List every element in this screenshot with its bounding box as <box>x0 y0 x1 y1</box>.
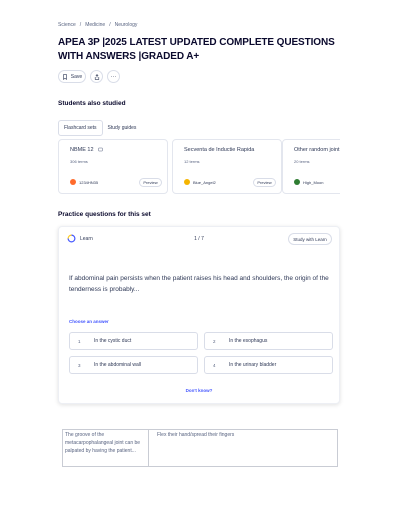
answer-option[interactable]: 3 In the abdominal wall <box>69 356 198 374</box>
related-set-card[interactable]: NBME 12 306 terms 1234HN35 Preview <box>58 139 168 194</box>
answer-number: 1 <box>78 338 81 344</box>
dont-know-button[interactable]: Don't know? <box>59 388 339 393</box>
more-options-button[interactable]: ··· <box>107 70 120 83</box>
bookmark-icon <box>62 73 67 80</box>
tab-flashcard-sets[interactable]: Flashcard sets <box>58 120 103 136</box>
term-definition-row: The groove of the metacarpophalangeal jo… <box>62 429 338 467</box>
avatar <box>184 179 190 185</box>
breadcrumb-separator: / <box>79 22 82 28</box>
related-set-card[interactable]: Other random joint 20 terms High_Moon <box>282 139 340 194</box>
card-terms: 12 terms <box>184 159 200 164</box>
card-terms: 306 terms <box>70 159 88 164</box>
breadcrumb-separator: / <box>109 22 111 28</box>
answer-option[interactable]: 1 In the cystic duct <box>69 332 198 350</box>
breadcrumb-item-neurology[interactable]: Neurology <box>115 22 138 28</box>
set-actions: Save ··· <box>58 70 120 83</box>
avatar <box>70 179 76 185</box>
answer-number: 3 <box>78 362 81 368</box>
card-author[interactable]: High_Moon <box>303 180 323 185</box>
card-title: Secventa de Inductie Rapida <box>184 147 255 153</box>
preview-button[interactable]: Preview <box>253 178 276 187</box>
card-title-text: NBME 12 <box>70 147 94 153</box>
more-horizontal-icon: ··· <box>110 73 117 80</box>
question-text: If abdominal pain persists when the pati… <box>69 275 329 293</box>
answer-option[interactable]: 2 In the esophagus <box>204 332 333 350</box>
related-set-card[interactable]: Secventa de Inductie Rapida 12 terms Blu… <box>172 139 282 194</box>
practice-questions-heading: Practice questions for this set <box>58 211 151 218</box>
answer-text: In the urinary bladder <box>229 362 277 368</box>
breadcrumb-item-medicine[interactable]: Medicine <box>85 22 105 28</box>
definition-cell: Flex their hand/spread their fingers <box>157 432 235 438</box>
term-cell: The groove of the metacarpophalangeal jo… <box>63 430 149 466</box>
save-label: Save <box>70 73 83 80</box>
card-title: NBME 12 <box>70 147 103 153</box>
related-sets-carousel: NBME 12 306 terms 1234HN35 Preview Secve… <box>58 139 340 195</box>
verified-set-icon <box>98 147 103 152</box>
study-with-learn-button[interactable]: Study with Learn <box>288 233 332 245</box>
page-title: APEA 3P |2025 LATEST UPDATED COMPLETE QU… <box>58 37 335 62</box>
card-title: Other random joint <box>294 147 340 153</box>
save-button[interactable]: Save <box>58 70 86 83</box>
card-author[interactable]: Blue_Angel2 <box>193 180 216 185</box>
students-also-studied-heading: Students also studied <box>58 100 126 107</box>
answer-option[interactable]: 4 In the urinary bladder <box>204 356 333 374</box>
choose-answer-label: Choose an answer <box>69 319 109 324</box>
tab-study-guides[interactable]: Study guides <box>103 120 142 136</box>
preview-button[interactable]: Preview <box>139 178 162 187</box>
study-tabs: Flashcard sets Study guides <box>58 120 141 136</box>
answer-text: In the cystic duct <box>94 338 132 344</box>
breadcrumb: Science / Medicine / Neurology <box>58 22 137 28</box>
card-terms: 20 terms <box>294 159 310 164</box>
answer-text: In the esophagus <box>229 338 268 344</box>
answer-number: 2 <box>213 338 216 344</box>
share-icon <box>94 73 99 80</box>
answer-number: 4 <box>213 362 216 368</box>
card-author[interactable]: 1234HN35 <box>79 180 98 185</box>
practice-question-card: Learn 1 / 7 Study with Learn If abdomina… <box>58 226 340 404</box>
answer-text: In the abdominal wall <box>94 362 141 368</box>
breadcrumb-item-science[interactable]: Science <box>58 22 76 28</box>
avatar <box>294 179 300 185</box>
share-button[interactable] <box>90 70 103 83</box>
